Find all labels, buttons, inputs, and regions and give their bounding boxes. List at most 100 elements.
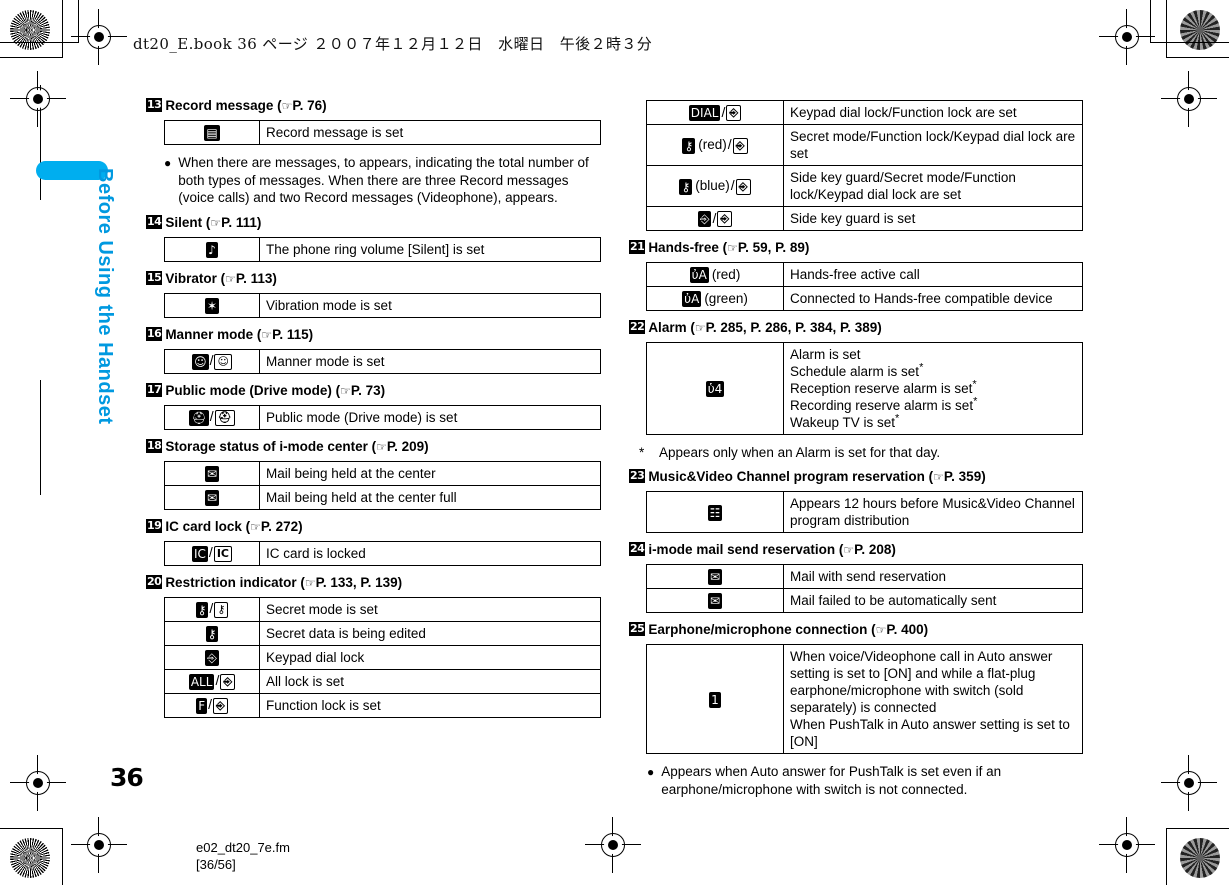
function-lock-icon-glyph: F	[196, 698, 207, 714]
mail-send-failed-icon-glyph: ✉	[708, 593, 722, 609]
silent-icon: ♪	[165, 237, 260, 261]
secret-mode-icon-glyph-alt: ⚷	[214, 602, 228, 618]
page-number: 36	[110, 763, 143, 792]
section-heading: 25 Earphone/microphone connection (☞P. 40…	[629, 622, 1084, 638]
row-description: Mail being held at the center	[260, 461, 601, 485]
sidekey-secret-function-keypad-lock-icon-glyph: ⚷	[679, 179, 692, 195]
section-title: IC card lock (☞P. 272)	[165, 519, 601, 535]
section-number: 21	[629, 240, 645, 254]
row-description: Secret data is being edited	[260, 621, 601, 645]
row-description: The phone ring volume [Silent] is set	[260, 237, 601, 261]
manner-mode-icon-glyph-alt: ☺	[214, 354, 231, 370]
section-reference: P. 285, P. 286, P. 384, P. 389)	[706, 320, 882, 335]
section-reference: P. 133, P. 139)	[316, 575, 403, 590]
bullet-dot-icon: ●	[647, 763, 654, 798]
keypad-dial-lock-icon-glyph: ⎆	[205, 650, 219, 666]
indicator-table: ὐA (red) Hands-free active call ὐA (green) Co…	[646, 262, 1083, 311]
keypad-function-lock-icon: DIAL / ⎆	[647, 101, 784, 125]
section-reference: P. 272)	[261, 519, 303, 534]
color-bar-starburst-topleft	[10, 10, 50, 50]
indicator-table: IC / IC IC card is locked	[164, 541, 601, 566]
trim-line-left-top	[62, 0, 63, 58]
asterisk-marker: *	[973, 396, 977, 408]
table-row: ✉ Mail being held at the center full	[165, 485, 601, 509]
row-description: Public mode (Drive mode) is set	[260, 405, 601, 429]
row-description: Alarm is set Schedule alarm is set* Recept…	[784, 343, 1083, 435]
manner-mode-icon: ☺ / ☺	[165, 349, 260, 373]
row-description: Mail with send reservation	[784, 565, 1083, 589]
indicator-table: ὏1 When voice/Videophone call in Auto ans…	[646, 644, 1083, 754]
mail-held-full-icon-glyph: ✉	[205, 490, 219, 506]
reference-hand-icon: ☞	[727, 241, 738, 255]
section-number: 20	[146, 575, 162, 589]
registration-mark-bottom-right	[1110, 828, 1144, 862]
hands-free-icon: ὐA (red)	[647, 263, 784, 287]
sidekey-secret-function-keypad-lock-icon-glyph-alt: ⎆	[736, 179, 751, 195]
reference-hand-icon: ☞	[210, 216, 221, 230]
indicator-table: ☺ / ☺ Manner mode is set	[164, 349, 601, 374]
table-row: ☺ / ☺ Manner mode is set	[165, 349, 601, 373]
earphone-mic-icon: ὏1	[647, 645, 784, 754]
section-title: Alarm (☞P. 285, P. 286, P. 384, P. 389)	[648, 320, 1084, 336]
table-row: ⛑ / ⛑ Public mode (Drive mode) is set	[165, 405, 601, 429]
drive-mode-icon-glyph: ⛑	[189, 410, 208, 426]
indicator-table: ♪ The phone ring volume [Silent] is set	[164, 237, 601, 262]
record-message-icon-glyph: ▤	[204, 125, 219, 141]
function-lock-icon-glyph-alt: ⎆	[213, 698, 228, 714]
slash-separator: /	[208, 544, 214, 560]
color-bar-starburst-topright	[1180, 10, 1220, 50]
slash-separator: /	[727, 136, 733, 152]
section-number: 15	[146, 271, 162, 285]
table-row: IC / IC IC card is locked	[165, 541, 601, 565]
all-lock-icon-glyph-alt: ⎆	[220, 674, 235, 690]
chapter-title-vertical: Before Using the Handset	[93, 168, 116, 424]
section-title: Silent (☞P. 111)	[165, 215, 601, 231]
section-title: Vibrator (☞P. 113)	[165, 271, 601, 287]
asterisk-marker: *	[919, 362, 923, 374]
reference-hand-icon: ☞	[933, 470, 944, 484]
reference-hand-icon: ☞	[843, 543, 854, 557]
icon-color-label: (blue)	[692, 178, 730, 193]
section-reference: P. 359)	[944, 469, 986, 484]
section-heading: 20 Restriction indicator (☞P. 133, P. 139…	[146, 575, 601, 591]
alarm-bell-icon-glyph: ὑ4	[706, 381, 725, 397]
keypad-function-lock-icon-glyph: DIAL	[689, 105, 721, 121]
indicator-table: ▤ Record message is set	[164, 120, 601, 145]
secret-function-keypad-lock-icon-glyph-alt: ⎆	[733, 138, 748, 154]
footer-filename: e02_dt20_7e.fm	[196, 839, 290, 856]
hands-free-icon-glyph: ὐA	[690, 267, 709, 283]
side-key-guard-icon: ⎆ / ⎆	[647, 207, 784, 231]
indicator-table: ὑ4 Alarm is set Schedule alarm is set* Rece…	[646, 342, 1083, 435]
drive-mode-icon: ⛑ / ⛑	[165, 405, 260, 429]
section-reference: P. 115)	[272, 327, 313, 342]
vibration-icon-glyph: ✶	[205, 298, 219, 314]
asterisk-marker: *	[895, 413, 899, 425]
reference-hand-icon: ☞	[261, 328, 272, 342]
secret-mode-icon: ⚷ / ⚷	[165, 597, 260, 621]
section-title: Earphone/microphone connection (☞P. 400)	[648, 622, 1084, 638]
row-description: Mail being held at the center full	[260, 485, 601, 509]
row-description: Vibration mode is set	[260, 293, 601, 317]
section-heading: 23 Music&Video Channel program reservatio…	[629, 469, 1084, 485]
note-bullet: ● Appears when Auto answer for PushTalk i…	[647, 763, 1084, 798]
table-row: ὐA (green) Connected to Hands-free compati…	[647, 287, 1083, 311]
reference-hand-icon: ☞	[305, 576, 316, 590]
reference-hand-icon: ☞	[695, 321, 706, 335]
section-reference: P. 76)	[292, 98, 326, 113]
reference-hand-icon: ☞	[340, 384, 351, 398]
table-row: ✉ Mail being held at the center	[165, 461, 601, 485]
registration-mark-top-right	[1110, 20, 1144, 54]
hands-free-icon-glyph: ὐA	[682, 291, 701, 307]
mail-send-failed-icon: ✉	[647, 589, 784, 613]
table-row: ✶ Vibration mode is set	[165, 293, 601, 317]
section-heading: 21 Hands-free (☞P. 59, P. 89)	[629, 240, 1084, 256]
table-row: ALL / ⎆ All lock is set	[165, 669, 601, 693]
table-row: ⎆ / ⎆ Side key guard is set	[647, 207, 1083, 231]
table-row: ▤ Record message is set	[165, 121, 601, 145]
row-description: Record message is set	[260, 121, 601, 145]
icon-color-label: (red)	[695, 137, 727, 152]
row-description: IC card is locked	[260, 541, 601, 565]
desc-line: Wakeup TV is set*	[790, 414, 1076, 431]
table-row: ⚷ / ⚷ Secret mode is set	[165, 597, 601, 621]
mail-send-reservation-icon: ✉	[647, 565, 784, 589]
